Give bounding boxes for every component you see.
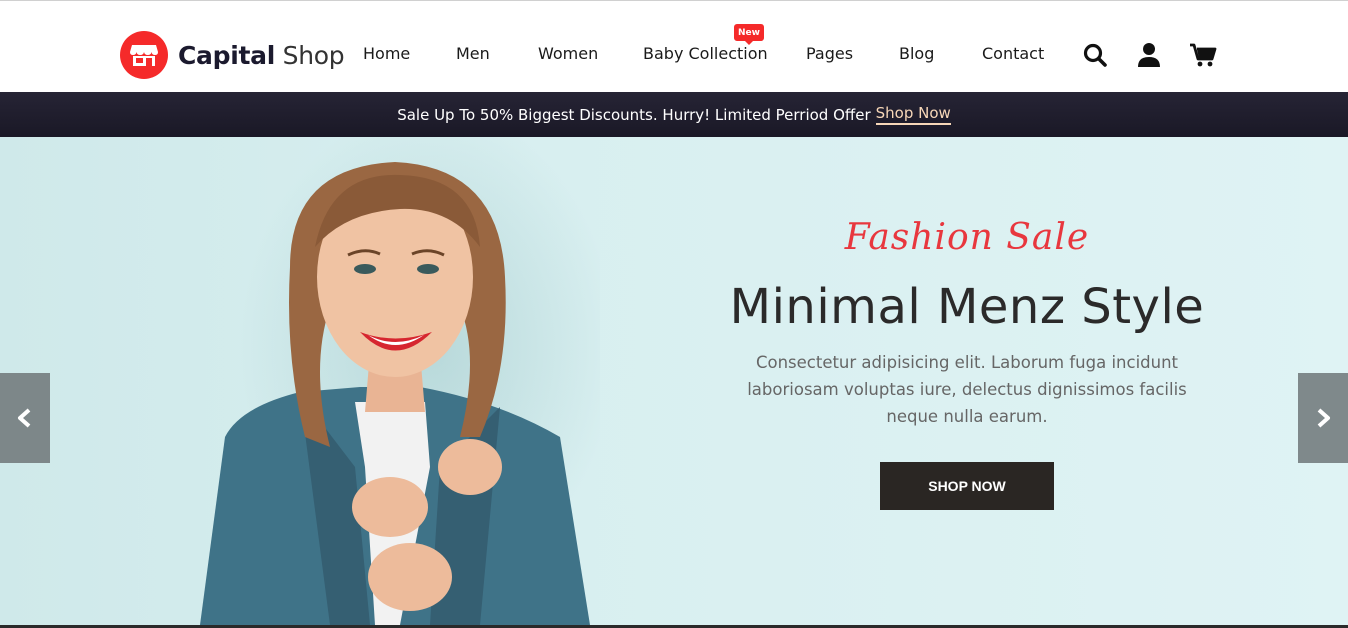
hero-model-image [200, 137, 600, 625]
brand-name-bold: Capital [178, 40, 275, 70]
promo-bar: Sale Up To 50% Biggest Discounts. Hurry!… [0, 92, 1348, 137]
promo-shop-now-link[interactable]: Shop Now [875, 104, 951, 125]
slider-next-button[interactable] [1298, 373, 1348, 463]
slider-prev-button[interactable] [0, 373, 50, 463]
hero-content: Fashion Sale Minimal Menz Style Consecte… [717, 137, 1217, 625]
nav-item-blog[interactable]: Blog [899, 44, 934, 63]
brand-logo[interactable]: Capital Shop [120, 31, 345, 79]
promo-text: Sale Up To 50% Biggest Discounts. Hurry!… [397, 105, 871, 124]
chevron-right-icon [1317, 408, 1330, 428]
shop-now-button[interactable]: SHOP NOW [880, 462, 1054, 510]
storefront-icon [120, 31, 168, 79]
new-badge: New [734, 24, 764, 45]
nav-item-men[interactable]: Men [456, 44, 490, 63]
nav-item-baby-collection[interactable]: Baby Collection [643, 44, 768, 63]
hero-headline: Minimal Menz Style [729, 279, 1205, 335]
site-header: Capital Shop Home Men Women Baby Collect… [0, 1, 1348, 92]
chevron-left-icon [18, 408, 31, 428]
nav-item-home[interactable]: Home [363, 44, 410, 63]
cart-icon[interactable] [1189, 41, 1217, 69]
hero-script-title: Fashion Sale [844, 217, 1090, 258]
brand-name-light: Shop [282, 40, 345, 70]
search-icon[interactable] [1081, 41, 1109, 69]
nav-item-women[interactable]: Women [538, 44, 598, 63]
hero-description: Consectetur adipisicing elit. Laborum fu… [747, 353, 1187, 426]
nav-item-pages[interactable]: Pages [806, 44, 853, 63]
brand-name: Capital Shop [178, 40, 345, 70]
user-icon[interactable] [1135, 41, 1163, 69]
hero-slider: Fashion Sale Minimal Menz Style Consecte… [0, 137, 1348, 625]
nav-item-contact[interactable]: Contact [982, 44, 1044, 63]
